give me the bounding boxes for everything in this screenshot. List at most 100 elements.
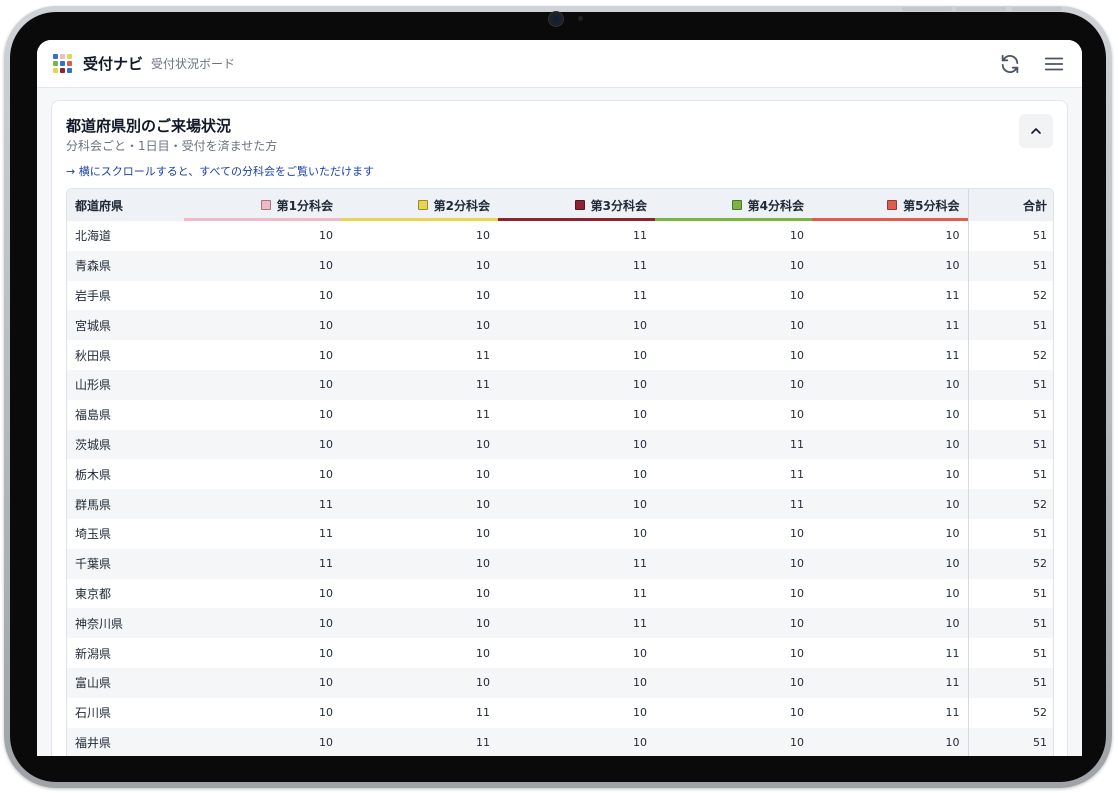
app-subtitle: 受付状況ボード bbox=[151, 57, 236, 71]
division-2-cell: 10 bbox=[341, 608, 498, 639]
prefecture-cell: 岩手県 bbox=[75, 288, 112, 303]
division-4-cell: 10 bbox=[655, 727, 812, 756]
division-5-cell: 10 bbox=[945, 527, 960, 541]
division-color-swatch bbox=[417, 199, 428, 210]
division-2-cell: 10 bbox=[476, 527, 490, 541]
division-3-cell: 11 bbox=[498, 250, 655, 281]
card-subtitle: 分科会ごと・1日目・受付を済ませた方 bbox=[66, 139, 278, 153]
division-color-underline bbox=[812, 218, 968, 221]
table-row[interactable]: 富山県 10 10 10 10 11 51 bbox=[67, 667, 1053, 698]
table-row[interactable]: 新潟県 10 10 10 10 11 51 bbox=[67, 638, 1053, 668]
column-header-total[interactable]: 合計 bbox=[967, 189, 1053, 221]
division-4-cell: 10 bbox=[790, 229, 804, 243]
division-5-cell: 10 bbox=[945, 408, 960, 422]
division-3-cell: 11 bbox=[633, 288, 647, 302]
total-cell: 52 bbox=[967, 697, 1053, 728]
table-row[interactable]: 秋田県 10 11 10 10 11 52 bbox=[67, 340, 1053, 370]
table-row[interactable]: 石川県 10 11 10 10 11 52 bbox=[67, 697, 1053, 728]
column-header-division-2[interactable]: 第2分科会 bbox=[341, 189, 498, 221]
table-body: 北海道 10 10 11 10 10 51 青森県 10 10 11 10 10 51 岩手県 10 10 11 1… bbox=[67, 221, 1053, 756]
total-cell: 52 bbox=[967, 548, 1053, 579]
division-1-cell: 10 bbox=[184, 429, 341, 460]
division-4-cell: 10 bbox=[655, 250, 812, 281]
division-2-cell: 11 bbox=[341, 727, 498, 756]
division-1-cell: 10 bbox=[319, 586, 333, 600]
column-header-division-3[interactable]: 第3分科会 bbox=[498, 189, 655, 221]
division-5-cell: 10 bbox=[812, 608, 968, 639]
division-4-cell: 10 bbox=[790, 288, 804, 302]
division-1-cell: 10 bbox=[319, 408, 333, 422]
division-color-underline bbox=[184, 218, 341, 221]
division-5-cell: 10 bbox=[812, 250, 968, 281]
prefecture-cell: 山形県 bbox=[67, 369, 184, 400]
table-row[interactable]: 宮城県 10 10 10 10 11 51 bbox=[67, 310, 1053, 341]
division-4-cell: 10 bbox=[790, 408, 804, 422]
division-1-cell: 10 bbox=[184, 310, 341, 341]
attendance-table-scroll[interactable]: 都道府県 第1分科会 第2分科会 第3分科会 第4分科会 第5分科会 合計 北海道 10 10… bbox=[66, 188, 1054, 756]
division-1-cell: 11 bbox=[184, 548, 341, 579]
menu-button[interactable] bbox=[1042, 52, 1066, 76]
prefecture-cell: 千葉県 bbox=[67, 548, 184, 579]
prefecture-cell: 福井県 bbox=[67, 727, 184, 756]
division-5-cell: 10 bbox=[812, 727, 968, 756]
division-1-cell: 10 bbox=[184, 727, 341, 756]
attendance-table: 都道府県 第1分科会 第2分科会 第3分科会 第4分科会 第5分科会 合計 北海道 10 10… bbox=[67, 189, 1053, 756]
table-row[interactable]: 福井県 10 11 10 10 10 51 bbox=[67, 727, 1053, 756]
table-row[interactable]: 神奈川県 10 10 11 10 10 51 bbox=[67, 608, 1053, 639]
division-2-cell: 11 bbox=[476, 348, 490, 362]
table-row[interactable]: 栃木県 10 10 10 11 10 51 bbox=[67, 459, 1053, 490]
division-color-underline bbox=[498, 218, 655, 221]
prefecture-attendance-card: 都道府県別のご来場状況 分科会ごと・1日目・受付を済ませた方 → 横にスクロール… bbox=[51, 100, 1068, 756]
division-4-cell: 10 bbox=[655, 667, 812, 698]
division-2-cell: 10 bbox=[476, 586, 490, 600]
division-4-cell: 10 bbox=[655, 369, 812, 400]
refresh-button[interactable] bbox=[998, 52, 1022, 76]
division-5-cell: 11 bbox=[812, 310, 968, 341]
division-label: 第1分科会 bbox=[276, 198, 333, 213]
division-1-cell: 10 bbox=[319, 288, 333, 302]
table-row[interactable]: 山形県 10 11 10 10 10 51 bbox=[67, 369, 1053, 400]
table-row[interactable]: 北海道 10 10 11 10 10 51 bbox=[67, 221, 1053, 251]
division-3-cell: 10 bbox=[633, 408, 647, 422]
column-header-division-5[interactable]: 第5分科会 bbox=[812, 189, 968, 221]
division-3-cell: 10 bbox=[498, 489, 655, 519]
division-1-cell: 10 bbox=[184, 667, 341, 698]
division-2-cell: 10 bbox=[341, 489, 498, 519]
division-color-swatch bbox=[887, 199, 898, 210]
column-header-prefecture[interactable]: 都道府県 bbox=[67, 189, 184, 221]
total-cell: 52 bbox=[967, 280, 1053, 311]
prefecture-cell: 秋田県 bbox=[75, 348, 112, 363]
division-5-cell: 10 bbox=[812, 369, 968, 400]
table-row[interactable]: 福島県 10 11 10 10 10 51 bbox=[67, 399, 1053, 430]
total-cell: 51 bbox=[967, 638, 1053, 668]
division-color-swatch bbox=[731, 199, 742, 210]
division-1-cell: 10 bbox=[184, 369, 341, 400]
table-row[interactable]: 岩手県 10 10 11 10 11 52 bbox=[67, 280, 1053, 311]
table-row[interactable]: 茨城県 10 10 10 11 10 51 bbox=[67, 429, 1053, 460]
table-row[interactable]: 青森県 10 10 11 10 10 51 bbox=[67, 250, 1053, 281]
table-row[interactable]: 東京都 10 10 11 10 10 51 bbox=[67, 578, 1053, 609]
total-cell: 51 bbox=[967, 459, 1053, 490]
column-header-division-4[interactable]: 第4分科会 bbox=[655, 189, 812, 221]
division-3-cell: 10 bbox=[633, 467, 647, 481]
prefecture-cell: 群馬県 bbox=[67, 489, 184, 519]
division-5-cell: 10 bbox=[945, 586, 960, 600]
total-cell: 51 bbox=[967, 221, 1053, 251]
total-cell: 51 bbox=[967, 429, 1053, 460]
refresh-icon bbox=[1001, 54, 1019, 73]
division-color-swatch bbox=[260, 199, 271, 210]
division-2-cell: 10 bbox=[476, 467, 490, 481]
division-5-cell: 10 bbox=[945, 467, 960, 481]
table-row[interactable]: 千葉県 11 10 11 10 10 52 bbox=[67, 548, 1053, 579]
division-3-cell: 11 bbox=[633, 229, 647, 243]
table-row[interactable]: 群馬県 11 10 10 11 10 52 bbox=[67, 489, 1053, 519]
total-cell: 52 bbox=[967, 340, 1053, 370]
column-header-division-1[interactable]: 第1分科会 bbox=[184, 189, 341, 221]
table-row[interactable]: 埼玉県 11 10 10 10 10 51 bbox=[67, 518, 1053, 549]
volume-down-button bbox=[956, 7, 1006, 11]
collapse-button[interactable] bbox=[1019, 114, 1053, 148]
prefecture-cell: 新潟県 bbox=[75, 646, 112, 661]
division-3-cell: 10 bbox=[498, 310, 655, 341]
app-screen: 受付ナビ 受付状況ボード 都道府県別のご来場状況 分科会ごと・1日目・受付を済ま… bbox=[37, 40, 1082, 756]
app-logo-icon bbox=[53, 53, 73, 74]
